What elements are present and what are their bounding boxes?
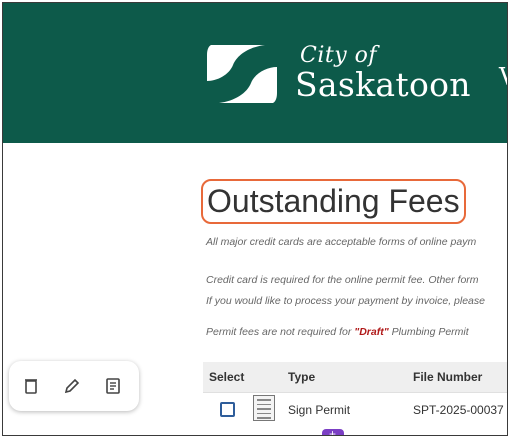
table-row[interactable]: Sign Permit SPT-2025-00037 bbox=[203, 393, 507, 425]
logo-text-saskatoon: Saskatoon bbox=[295, 65, 471, 104]
browser-frame: City of Saskatoon V Outstanding Fees All… bbox=[2, 2, 508, 436]
col-file-number: File Number bbox=[413, 370, 483, 384]
row-type: Sign Permit bbox=[288, 403, 351, 417]
floating-toolbar bbox=[9, 361, 139, 411]
city-logo-icon[interactable] bbox=[203, 41, 281, 107]
note-draft-suffix: Plumbing Permit bbox=[391, 326, 469, 338]
col-type: Type bbox=[288, 370, 316, 384]
col-select: Select bbox=[209, 370, 245, 384]
note-draft-prefix: Permit fees are not required for bbox=[206, 326, 352, 338]
row-select-checkbox[interactable] bbox=[220, 402, 235, 417]
note-invoice: If you would like to process your paymen… bbox=[206, 295, 485, 307]
notes-icon[interactable] bbox=[103, 376, 123, 396]
note-credit-cards: All major credit cards are acceptable fo… bbox=[206, 236, 477, 248]
note-draft: Permit fees are not required for "Draft"… bbox=[206, 326, 469, 338]
trash-icon[interactable] bbox=[21, 376, 41, 396]
site-header: City of Saskatoon V bbox=[3, 3, 507, 143]
row-file-number[interactable]: SPT-2025-00037 bbox=[413, 403, 504, 417]
fees-table-header: Select Type File Number bbox=[203, 362, 507, 393]
draft-label: "Draft" bbox=[354, 326, 389, 338]
pencil-icon[interactable] bbox=[62, 376, 82, 396]
note-credit-required: Credit card is required for the online p… bbox=[206, 274, 479, 286]
page-title-highlight: Outstanding Fees bbox=[201, 179, 466, 224]
add-tab-button[interactable] bbox=[322, 427, 344, 435]
document-icon bbox=[253, 395, 275, 421]
header-cut-text: V bbox=[499, 63, 507, 91]
page-title: Outstanding Fees bbox=[207, 183, 460, 219]
